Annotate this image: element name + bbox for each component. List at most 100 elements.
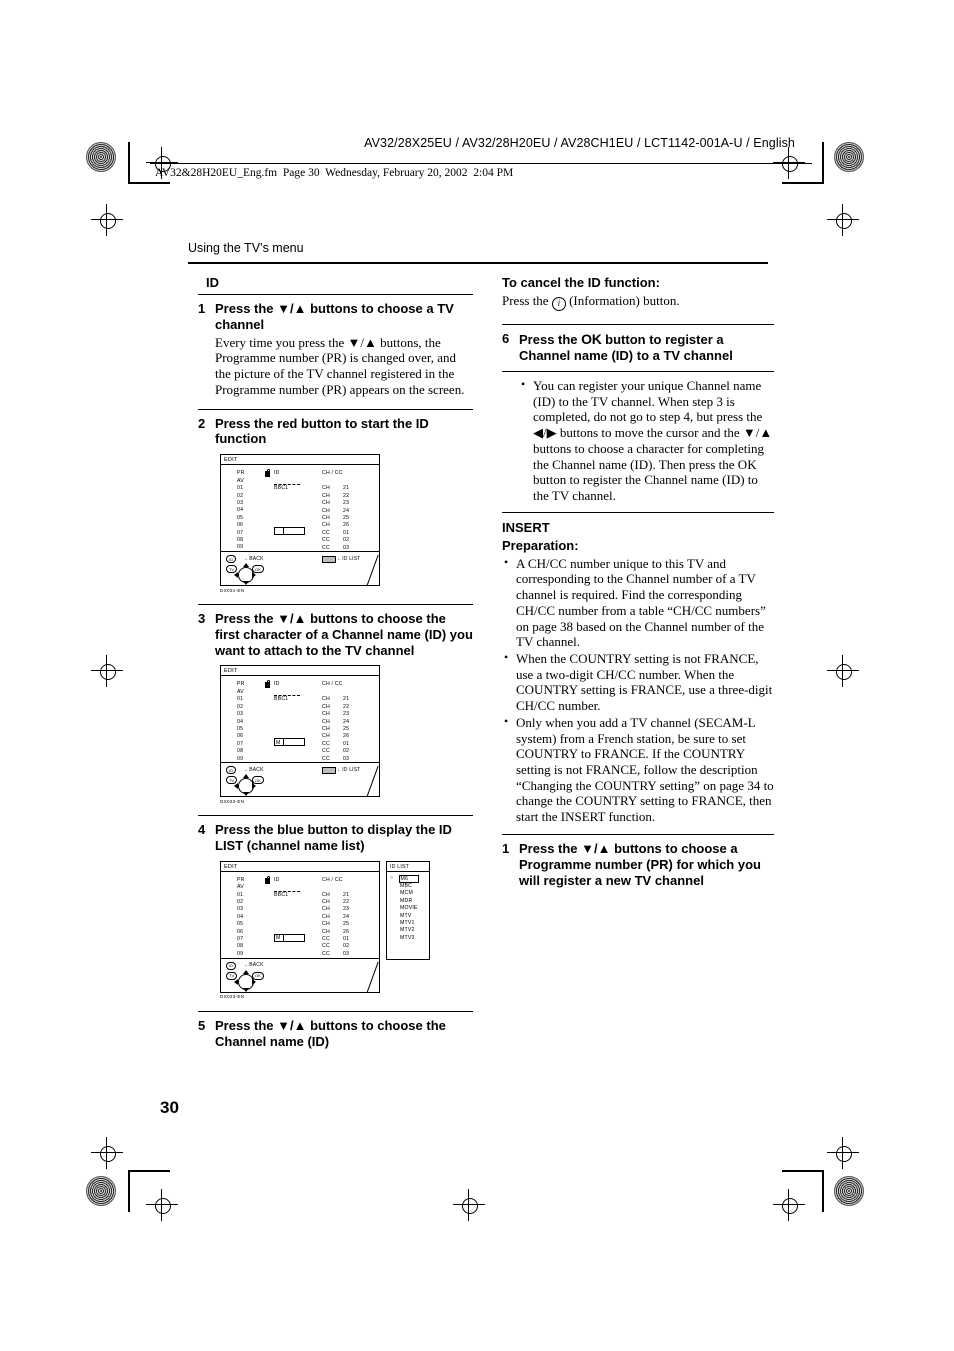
registration-crosshair-v-rl <box>842 655 843 687</box>
dpad-right-icon[interactable] <box>252 572 256 579</box>
osd-col-header-pr: PR <box>237 681 245 688</box>
registration-crosshair-h-bc <box>453 1204 485 1205</box>
osd-body: PR ID CH / CC AV 01 02 03 04 05 06 07 08 09 CH CH C… <box>221 872 379 958</box>
insert-step-1-number: 1 <box>502 840 510 856</box>
list-item[interactable]: MTV <box>400 913 412 919</box>
osd-id-value: BBC1 <box>274 891 289 898</box>
list-item[interactable]: MOVIE <box>400 905 418 911</box>
osd-blue-button-swatch[interactable] <box>322 767 336 775</box>
list-item[interactable]: MTV1 <box>400 920 415 926</box>
list-item[interactable]: MTV3 <box>400 935 415 941</box>
registration-mark-bottom-right <box>782 1198 798 1214</box>
list-item: When the COUNTRY setting is not FRANCE, … <box>502 650 774 714</box>
figure-code: DX031-EN <box>220 587 245 593</box>
step-6-heading: Press the OK button to register a Channe… <box>519 331 774 364</box>
crop-corner-tl-h <box>128 182 170 184</box>
step-4-number: 4 <box>198 821 206 837</box>
step-2-heading: Press the red button to start the ID fun… <box>215 415 429 447</box>
step-6-heading-pre: Press the <box>519 332 582 347</box>
dpad-down-icon[interactable] <box>243 987 249 992</box>
dpad-icon[interactable] <box>234 774 256 797</box>
osd-back-label: ←BACK <box>244 766 264 773</box>
osd-blue-button-swatch[interactable] <box>322 556 336 564</box>
dpad-down-icon[interactable] <box>243 792 249 797</box>
crop-corner-br-h <box>782 1170 824 1172</box>
osd-title: EDIT <box>224 668 238 675</box>
step-4-heading: Press the blue button to display the ID … <box>215 821 452 853</box>
dpad-right-icon[interactable] <box>252 783 256 790</box>
osd-ch-rows: CH CH CH CH CH CH CC CC CC <box>322 485 330 551</box>
osd-edit-cell-separator <box>283 934 284 941</box>
osd-pr-rows: AV 01 02 03 04 05 06 07 08 09 <box>237 477 244 551</box>
list-item: You can register your unique Channel nam… <box>519 377 774 504</box>
insert-step-1-heading: Press the ▼/▲ buttons to choose a Progra… <box>519 840 761 888</box>
preparation-title: Preparation: <box>502 537 579 553</box>
step-6: 6 Press the OK button to register a Chan… <box>502 331 774 364</box>
osd-back-button[interactable]: ID <box>226 766 237 775</box>
idlist-items[interactable]: M6 MBC MCM MDR MOVIE MTV MTV1 MTV2 MTV3 <box>399 874 429 943</box>
registration-crosshair-h-rm <box>827 219 859 220</box>
dpad-left-icon[interactable] <box>234 572 238 579</box>
filename-line: AV32&28H20EU_Eng.fm Page 30 Wednesday, F… <box>155 167 514 179</box>
list-item[interactable]: MDR <box>400 898 412 904</box>
lock-icon <box>265 680 270 689</box>
dpad-left-icon[interactable] <box>234 783 238 790</box>
osd-body: PR ID CH / CC AV 01 02 03 04 05 06 07 08 09 CH CH C… <box>221 465 379 551</box>
osd-footer: ID ←BACK TV OK <box>221 957 379 992</box>
registration-mark-left-bottom <box>100 1146 116 1162</box>
osd-screen: EDIT PR ID CH / CC AV 01 02 03 04 05 06 07 08 09 … <box>220 665 380 798</box>
registration-crosshair-h-rb <box>827 1152 859 1153</box>
registration-mark-left-lower <box>100 664 116 680</box>
registration-crosshair-v-lb <box>106 1137 107 1169</box>
idlist-title: ID LIST <box>387 862 429 872</box>
osd-col-header-chcc: CH / CC <box>322 470 343 477</box>
dpad-icon[interactable] <box>234 969 256 992</box>
osd-back-label: ←BACK <box>244 962 264 969</box>
registration-crosshair-h-rl <box>827 670 859 671</box>
section-title-id: ID <box>206 275 219 290</box>
osd-edit-cursor-box[interactable]: M <box>274 933 305 942</box>
osd-back-button[interactable]: ID <box>226 961 237 970</box>
figure-code: DX032-EN <box>220 798 245 804</box>
osd-col-header-pr: PR <box>237 470 245 477</box>
list-item[interactable]: MBC <box>400 883 412 889</box>
registration-crosshair-v-br <box>788 1189 789 1221</box>
osd-edit-cursor-box[interactable] <box>274 527 305 536</box>
registration-mark-right-mid <box>836 213 852 229</box>
dpad-icon[interactable] <box>234 563 256 586</box>
list-item[interactable]: MTV2 <box>400 927 415 933</box>
cancel-id-body: Press the i (Information) button. <box>502 293 774 311</box>
dpad-down-icon[interactable] <box>243 581 249 586</box>
list-item: Only when you add a TV channel (SECAM-L … <box>502 714 774 825</box>
dpad-up-icon[interactable] <box>243 774 249 779</box>
osd-idlist-label-text: ID LIST <box>342 555 361 562</box>
osd-cursor-character: M <box>276 739 281 746</box>
osd-col-header-chcc: CH / CC <box>322 681 343 688</box>
dpad-up-icon[interactable] <box>243 563 249 568</box>
osd-footer: ID ←BACK ←ID LIST TV OK <box>221 762 379 797</box>
step-5: 5 Press the ▼/▲ buttons to choose the Ch… <box>198 1018 473 1050</box>
dpad-right-icon[interactable] <box>252 978 256 985</box>
osd-col-header-id: ID <box>274 681 280 688</box>
step-3: 3 Press the ▼/▲ buttons to choose the fi… <box>198 611 473 659</box>
osd-idlist-label: ←ID LIST <box>337 766 361 773</box>
divider-rule <box>198 603 473 605</box>
osd-title: EDIT <box>224 457 238 464</box>
dpad-left-icon[interactable] <box>234 978 238 985</box>
step-1-heading: Press the ▼/▲ buttons to choose a TV cha… <box>215 301 454 332</box>
step-5-number: 5 <box>198 1018 206 1034</box>
list-item[interactable]: MCM <box>400 890 413 896</box>
osd-edit-cursor-box[interactable]: M <box>274 738 305 747</box>
osd-figure-3: EDIT PR ID CH / CC AV 01 02 03 04 05 06 07 08 09 … <box>220 860 473 999</box>
page-number: 30 <box>160 1098 179 1117</box>
dpad-up-icon[interactable] <box>243 969 249 974</box>
section-title-insert: INSERT <box>502 519 550 535</box>
idlist-selected-item[interactable]: M6 <box>399 874 420 883</box>
osd-pr-rows: AV 01 02 03 04 05 06 07 08 09 <box>237 884 244 957</box>
step-6-bullets: You can register your unique Channel nam… <box>519 377 774 504</box>
osd-body: PR ID CH / CC AV 01 02 03 04 05 06 07 08 09 CH CH C… <box>221 676 379 762</box>
osd-back-button[interactable]: ID <box>226 555 237 564</box>
registration-crosshair-h-lm <box>91 219 123 220</box>
cancel-id-body-post: (Information) button. <box>565 293 680 308</box>
step-2: 2 Press the red button to start the ID f… <box>198 416 473 448</box>
